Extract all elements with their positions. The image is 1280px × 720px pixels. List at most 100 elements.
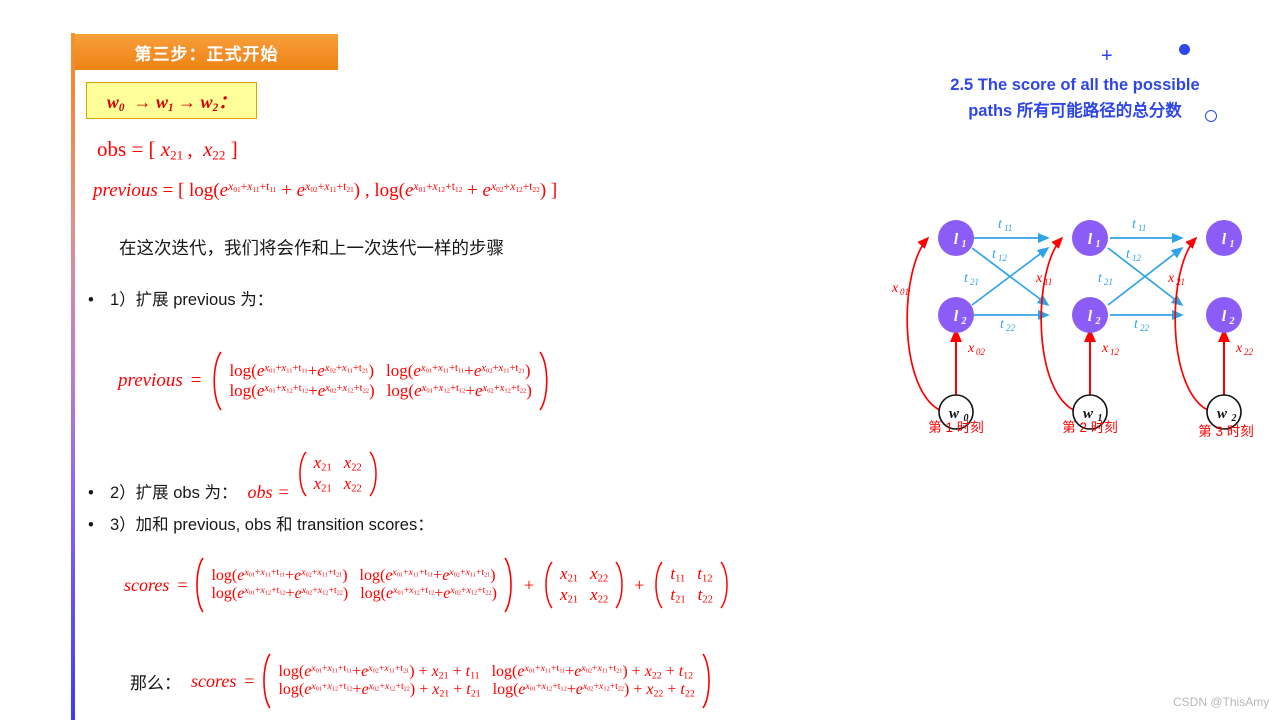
matrix-previous-body: log(ex01+x11+t11+ex02+x11+t21) log(ex01+… <box>223 361 538 401</box>
banner-title: 第三步：正式开始 <box>134 44 279 64</box>
emission-label-x22-sub: 22 <box>1244 347 1254 357</box>
matrix-body: t11 t12 t21 t22 <box>664 564 719 605</box>
matrix-row: x21 x22 <box>308 453 368 474</box>
matrix-scores-transition: t11 t12 t21 t22 <box>651 560 732 610</box>
emission-label-x22: x <box>1235 341 1243 356</box>
state-node-label: l <box>1222 231 1227 248</box>
obs-matrix-label: obs <box>247 482 273 502</box>
matrix-cell: log(ex01+x12+t12+ex02+x12+t22) + x22 + t… <box>492 681 695 700</box>
section-banner: 第三步：正式开始 <box>75 34 338 70</box>
matrix-cell: x22 <box>343 453 362 474</box>
trellis-diagram: l 1 l 2 l 1 l 2 l 1 l 2 w 0 w 1 w 2 t 11… <box>880 200 1280 450</box>
watermark: CSDN @ThisAmy <box>1173 695 1270 709</box>
bullet-item-1: • 1）扩展 previous 为： <box>88 286 273 310</box>
right-paren-icon <box>615 561 623 609</box>
matrix-cell: x21 <box>313 474 332 495</box>
transition-label-t22-sub: 22 <box>1140 323 1150 333</box>
emission-label-x11-sub: 11 <box>1044 277 1052 287</box>
equals-sign: = <box>244 670 255 691</box>
time-label-1: 第 1 时刻 <box>928 419 984 435</box>
right-paren-icon <box>720 561 728 609</box>
left-paren-icon <box>298 451 307 497</box>
left-accent-bar <box>71 33 75 720</box>
matrix-row: log(ex01+x11+t11+ex02+x11+t21) log(ex01+… <box>205 567 502 585</box>
word-chain-label: w0 → w1 → w2： <box>106 91 237 114</box>
state-column-3: l 1 l 2 <box>1206 220 1242 333</box>
right-heading-line1: 2.5 The score of all the possible <box>950 76 1200 94</box>
matrix-cell: log(ex01+x11+t11+ex02+x11+t21) <box>386 361 531 380</box>
state-node-label: l <box>954 308 959 325</box>
transition-label-t21: t <box>964 271 969 286</box>
matrix-row: t21 t22 <box>664 585 719 606</box>
state-node-sub: 2 <box>961 316 967 327</box>
transition-label-t11: t <box>1132 217 1137 232</box>
matrix-cell: log(ex01+x11+t11+ex02+x11+t21) + x22 + t… <box>491 662 694 681</box>
time-label-2: 第 2 时刻 <box>1062 419 1118 435</box>
transition-label-t12-sub: 12 <box>998 253 1008 263</box>
left-paren-icon <box>655 561 663 609</box>
scores-label: scores <box>124 574 170 595</box>
state-node-label: l <box>1088 231 1093 248</box>
matrix-row: log(ex01+x12+t12+ex02+x12+t22) log(ex01+… <box>205 585 502 603</box>
matrix-cell: log(ex01+x12+t12+ex02+x12+t22) + x21 + t… <box>278 681 481 700</box>
matrix-cell: x21 <box>560 564 579 585</box>
equals-sign: = <box>190 370 202 391</box>
matrix-final: log(ex01+x11+t11+ex02+x11+t21) + x21 + t… <box>258 652 714 710</box>
bullet-dot-icon: • <box>88 291 94 309</box>
matrix-cell: x21 <box>313 453 332 474</box>
dot-decoration-icon <box>1179 44 1190 55</box>
emission-label-x12-sub: 12 <box>1110 347 1120 357</box>
plus-sign: + <box>634 574 645 595</box>
emission-label-x21: x <box>1167 271 1175 286</box>
transition-label-t11-sub: 11 <box>1004 223 1012 233</box>
left-paren-icon <box>196 557 205 613</box>
bullet-dot-icon: • <box>88 484 94 502</box>
transition-label-t22-sub: 22 <box>1006 323 1016 333</box>
equation-previous-vector: previous = [ log(ex01+x11+t11 + ex02+x11… <box>93 180 558 201</box>
bullet-item-3: • 3）加和 previous, obs 和 transition scores… <box>88 511 434 535</box>
time-label-group: 第 1 时刻 第 2 时刻 第 3 时刻 <box>928 419 1254 439</box>
equals-sign: = <box>278 482 289 502</box>
emission-label-x01: x <box>891 281 899 296</box>
matrix-cell: log(ex01+x12+t12+ex02+x12+t22) <box>229 381 375 400</box>
right-paren-icon <box>539 351 548 411</box>
state-node-label: l <box>954 231 959 248</box>
matrix-cell: t22 <box>697 585 713 606</box>
matrix-row: x21 x22 <box>308 474 368 495</box>
matrix-cell: log(ex01+x12+t12+ex02+x12+t22) <box>386 381 532 400</box>
then-label: 那么： <box>130 673 181 693</box>
state-node-sub: 2 <box>1229 316 1235 327</box>
emission-label-x11: x <box>1035 271 1043 286</box>
emission-label-x02-sub: 02 <box>976 347 986 357</box>
equation-final-scores: 那么： scores = log(ex01+x11+t11+ex02+x11+t… <box>130 652 715 710</box>
word-node-sub: 2 <box>1231 413 1237 424</box>
plus-decoration-icon: + <box>1101 45 1113 67</box>
transition-label-t12: t <box>992 247 997 262</box>
trellis-svg: l 1 l 2 l 1 l 2 l 1 l 2 w 0 w 1 w 2 t 11… <box>891 217 1254 439</box>
bullet-2-label: 2）扩展 obs 为： <box>110 484 238 502</box>
right-paren-icon <box>369 451 377 497</box>
matrix-cell: t12 <box>697 564 713 585</box>
emission-arrows-lower <box>950 328 1230 398</box>
matrix-previous: log(ex01+x11+t11+ex02+x11+t21) log(ex01+… <box>207 350 554 412</box>
emission-label-x21-sub: 21 <box>1176 277 1185 287</box>
matrix-cell: x22 <box>590 585 609 606</box>
state-node-label: l <box>1088 308 1093 325</box>
transition-label-t22: t <box>1000 317 1005 332</box>
bullet-dot-icon: • <box>88 516 94 534</box>
transition-label-t21-sub: 21 <box>970 277 979 287</box>
equation-previous-matrix: previous = log(ex01+x11+t11+ex02+x11+t21… <box>118 350 554 412</box>
time-label-3: 第 3 时刻 <box>1198 423 1254 439</box>
matrix-obs-body: x21 x22 x21 x22 <box>308 453 368 494</box>
transition-label-t21-sub: 21 <box>1104 277 1113 287</box>
equation-scores: scores = log(ex01+x11+t11+ex02+x11+t21) … <box>124 556 732 614</box>
matrix-scores-obs: x21 x22 x21 x22 <box>541 560 627 610</box>
state-column-1: l 1 l 2 <box>938 220 974 333</box>
equation-obs: obs = [ x21 , x22 ] <box>97 137 238 163</box>
plus-sign: + <box>523 574 535 595</box>
matrix-row: log(ex01+x12+t12+ex02+x12+t22) log(ex01+… <box>223 381 538 401</box>
left-paren-icon <box>545 561 553 609</box>
matrix-cell: log(ex01+x11+t11+ex02+x11+t21) + x21 + t… <box>278 662 480 681</box>
matrix-cell: log(ex01+x12+t12+ex02+x12+t22) <box>211 585 349 602</box>
matrix-cell: x22 <box>590 564 609 585</box>
